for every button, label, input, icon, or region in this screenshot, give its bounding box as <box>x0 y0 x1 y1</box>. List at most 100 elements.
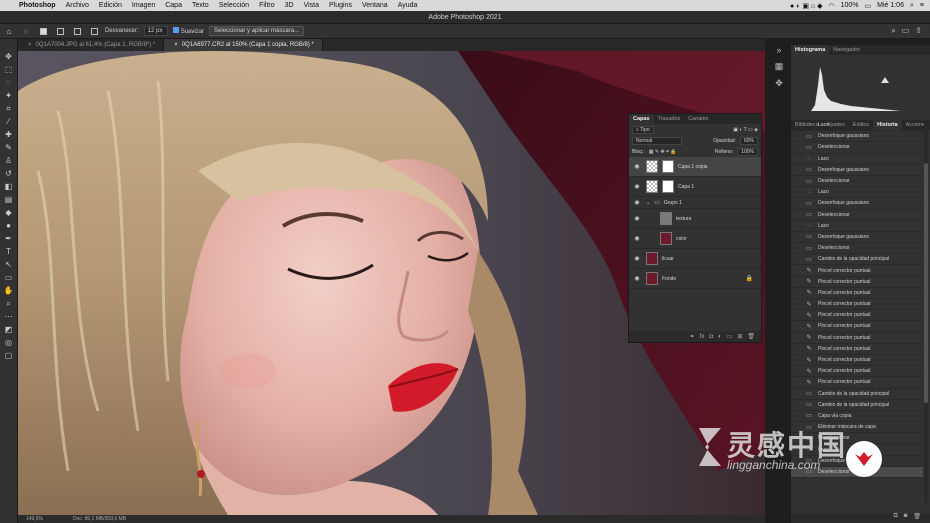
menu-plugins[interactable]: Plugins <box>324 2 357 9</box>
workspace-icon[interactable]: ▭ <box>902 26 910 36</box>
layer-name[interactable]: Fondo <box>662 276 676 282</box>
menu-edicion[interactable]: Edición <box>94 2 127 9</box>
eye-icon[interactable]: ◉ <box>632 183 642 190</box>
history-item[interactable]: ✎ Pincel corrector puntual <box>791 277 923 288</box>
menu-3d[interactable]: 3D <box>280 2 299 9</box>
history-item[interactable]: ▭ Deseleccionar <box>791 176 923 188</box>
marquee-tool-icon[interactable]: ⬚ <box>2 64 16 76</box>
menu-texto[interactable]: Texto <box>187 2 214 9</box>
history-item[interactable]: ✎ Pincel corrector puntual <box>791 299 923 311</box>
layer-row[interactable]: ◉ ⌄ ▭ Grupo 1 <box>629 197 761 209</box>
history-item[interactable]: ◌ Lazo <box>791 221 923 232</box>
tab-histogram[interactable]: Histograma <box>791 45 830 55</box>
stamp-tool-icon[interactable]: ♙ <box>2 155 16 167</box>
tools-panel-icon[interactable]: ✥ <box>775 78 783 89</box>
menu-ventana[interactable]: Ventana <box>357 2 393 9</box>
doc-size[interactable]: Doc: 86,1 MB/359,6 MB <box>73 515 126 523</box>
history-item[interactable]: ▭ Desenfoque gaussiano <box>791 131 923 143</box>
layer-mask-thumbnail[interactable] <box>662 180 674 193</box>
layer-mask-thumbnail[interactable] <box>662 160 674 173</box>
menu-list-icon[interactable]: ≡ <box>920 2 924 9</box>
history-item[interactable]: ✎ Pincel corrector puntual <box>791 377 923 389</box>
history-item[interactable]: ✎ Pincel corrector puntual <box>791 310 923 322</box>
close-icon[interactable]: × <box>174 42 178 48</box>
link-icon[interactable]: ⚭ <box>690 333 695 340</box>
search-icon[interactable]: ⌕ <box>891 26 895 36</box>
history-item[interactable]: ▭ Cambio de la opacidad principal <box>791 389 923 400</box>
history-item[interactable]: ▭ Cambio de la opacidad principal <box>791 254 923 266</box>
history-item[interactable]: ▭ Deseleccionar <box>791 142 923 154</box>
search-icon[interactable]: ⌕ <box>910 2 914 10</box>
layer-row[interactable]: ◉ Fondo 🔒 <box>629 269 761 289</box>
add-mask-icon[interactable]: ◘ <box>709 334 713 340</box>
history-item[interactable]: ◌ Lazo <box>791 120 923 132</box>
quick-mask-icon[interactable]: ◎ <box>2 337 16 349</box>
pen-tool-icon[interactable]: ✒ <box>2 233 16 245</box>
battery-icon[interactable]: ▭ <box>865 2 872 10</box>
history-item[interactable]: ▭ Cambio de la opacidad principal <box>791 400 923 411</box>
new-layer-icon[interactable]: ⊞ <box>737 333 742 340</box>
history-item[interactable]: ✎ Pincel corrector puntual <box>791 355 923 367</box>
layer-name[interactable]: color <box>676 236 687 242</box>
menu-filtro[interactable]: Filtro <box>254 2 280 9</box>
menu-vista[interactable]: Vista <box>299 2 324 9</box>
history-item[interactable]: ✎ Pincel corrector puntual <box>791 288 923 299</box>
eraser-icon[interactable]: ◧ <box>2 181 16 193</box>
opacity-input[interactable]: 60% <box>739 136 758 145</box>
menu-seleccion[interactable]: Selección <box>214 2 254 9</box>
layer-name[interactable]: Capa 1 <box>678 184 694 190</box>
new-selection-icon[interactable] <box>37 26 49 37</box>
shape-tool-icon[interactable]: ▭ <box>2 272 16 284</box>
lasso-tool-icon[interactable]: ◌ <box>2 77 16 89</box>
history-brush-icon[interactable]: ↺ <box>2 168 16 180</box>
menu-archivo[interactable]: Archivo <box>61 2 94 9</box>
history-item[interactable]: ◌ Lazo <box>791 154 923 165</box>
dodge-tool-icon[interactable]: ● <box>2 220 16 232</box>
history-item[interactable]: ✎ Pincel corrector puntual <box>791 366 923 378</box>
crop-tool-icon[interactable]: ⌗ <box>2 103 16 115</box>
layer-name[interactable]: licuar <box>662 256 674 262</box>
eye-icon[interactable]: ◉ <box>632 163 642 170</box>
magic-wand-icon[interactable]: ✦ <box>2 90 16 102</box>
history-panel-icon[interactable]: ▦ <box>775 61 784 72</box>
brush-tool-icon[interactable]: ✎ <box>2 142 16 154</box>
layer-row[interactable]: ◉ textura <box>629 209 761 229</box>
screen-mode-icon[interactable]: ▢ <box>2 350 16 362</box>
layer-row[interactable]: ◉ Capa 1 <box>629 177 761 197</box>
tab-navigator[interactable]: Navegador <box>829 45 864 55</box>
camera-icon[interactable]: ◙ <box>904 513 908 523</box>
eye-icon[interactable]: ◉ <box>632 275 642 282</box>
collapse-icon[interactable]: » <box>776 45 781 55</box>
filter-icons[interactable]: ▣ ◐ T ▭ ◈ <box>733 127 758 133</box>
layer-row[interactable]: ◉ licuar <box>629 249 761 269</box>
history-item[interactable]: ✎ Pincel corrector puntual <box>791 265 923 277</box>
healing-brush-icon[interactable]: ✚ <box>2 129 16 141</box>
add-selection-icon[interactable] <box>54 26 66 37</box>
warning-icon[interactable] <box>881 77 889 83</box>
history-item[interactable]: ▭ Desenfoque gaussiano <box>791 198 923 210</box>
adjustment-icon[interactable]: ◐ <box>718 334 722 340</box>
path-select-icon[interactable]: ↖ <box>2 259 16 271</box>
scrollbar-thumb[interactable] <box>924 163 928 403</box>
tab-document-2[interactable]: × 0Q1A6977.CR2 al 150% (Capa 1 copia, RGB… <box>164 39 323 51</box>
menu-capa[interactable]: Capa <box>160 2 187 9</box>
history-item[interactable]: ▭ Desenfoque gaussiano <box>791 165 923 176</box>
more-tools-icon[interactable]: ⋯ <box>2 311 16 323</box>
eye-icon[interactable]: ◉ <box>632 215 642 222</box>
chevron-down-icon[interactable]: ⌄ <box>646 200 650 206</box>
tab-document-1[interactable]: × 0Q1A7004.JPG al 61,4% (Capa 1, RGB/8*) … <box>18 39 165 51</box>
blend-mode-select[interactable]: Normal <box>632 136 682 145</box>
menu-ayuda[interactable]: Ayuda <box>393 2 423 9</box>
fx-icon[interactable]: fx <box>700 334 705 340</box>
tab-paths[interactable]: Trazados <box>654 114 685 124</box>
layer-row[interactable]: ◉ color <box>629 229 761 249</box>
menu-photoshop[interactable]: Photoshop <box>14 2 61 9</box>
layer-name[interactable]: textura <box>676 216 691 222</box>
subtract-selection-icon[interactable] <box>71 26 83 37</box>
select-and-mask-button[interactable]: Seleccionar y aplicar máscara... <box>209 26 305 36</box>
move-tool-icon[interactable]: ✥ <box>2 51 16 63</box>
hand-tool-icon[interactable]: ✋ <box>2 285 16 297</box>
history-item[interactable]: ▭ Deseleccionar <box>791 243 923 255</box>
tab-channels[interactable]: Canales <box>684 114 712 124</box>
eyedropper-icon[interactable]: ⁄ <box>2 116 16 128</box>
